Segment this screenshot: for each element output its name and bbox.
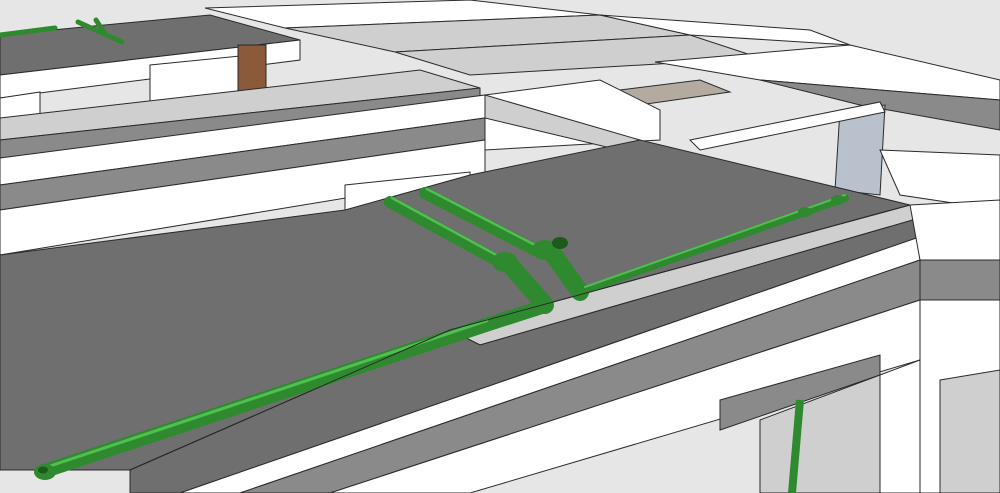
pipe-fitting-3 [552, 237, 568, 249]
right-column-band [919, 259, 1000, 301]
pipe-end-opening [38, 466, 48, 474]
right-column [909, 199, 1000, 261]
model-viewport[interactable] [0, 0, 1000, 493]
lower-interior-right [879, 359, 921, 493]
sketchup-scene [0, 0, 1000, 493]
lower-interior-far [939, 369, 1000, 493]
pipe-fitting-1 [492, 252, 518, 272]
pipe-right-end [831, 195, 845, 205]
pipe-right-fitting [798, 207, 812, 217]
